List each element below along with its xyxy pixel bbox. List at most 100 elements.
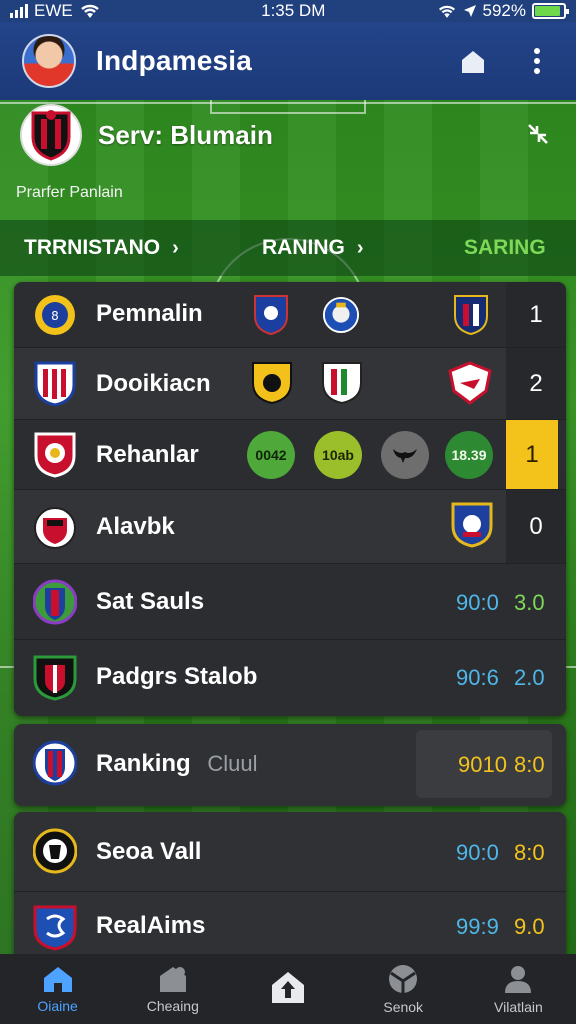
- stat-pill: 10ab: [314, 431, 362, 479]
- nav-label: Oiaine: [37, 998, 78, 1014]
- opponent-crest-icon: [322, 294, 360, 336]
- status-bar: EWE 1:35 DM 592%: [0, 0, 576, 22]
- opponent-crest-icon: [320, 362, 364, 405]
- chevron-right-icon: ›: [172, 236, 179, 259]
- tab-label: RANING: [262, 236, 345, 259]
- club-name: Padgrs Stalob: [96, 663, 258, 690]
- table-row[interactable]: Dooikiacn 2: [14, 348, 566, 420]
- score-secondary: 8:0: [514, 840, 545, 865]
- score-primary: 90:0: [456, 840, 499, 865]
- battery-percent: 592%: [482, 1, 526, 20]
- score-primary: 90:0: [456, 590, 499, 615]
- club-name: Pemnalin: [96, 300, 203, 327]
- battery-icon: [532, 3, 569, 19]
- rank-value: 0: [506, 490, 566, 563]
- hero-title: Serv: Blumain: [98, 119, 273, 150]
- featured-score-secondary: 8:0: [514, 752, 545, 777]
- nav-label: Vilatlain: [494, 999, 543, 1015]
- signal-icon: [10, 4, 28, 18]
- score-secondary: 9.0: [514, 914, 545, 939]
- stat-pill: 0042: [247, 431, 295, 479]
- club-crest-icon: 8: [32, 292, 78, 338]
- table-row[interactable]: Seoa Vall 90:0 8:0: [14, 812, 566, 892]
- opponent-crest-icon: [448, 361, 492, 405]
- nav-label: Cheaing: [146, 998, 199, 1014]
- featured-ranking-card[interactable]: Ranking Cluul 9010 8:0: [14, 724, 566, 806]
- featured-title: Ranking Cluul: [96, 750, 258, 778]
- club-name: RealAims: [96, 912, 206, 939]
- table-row[interactable]: Alavbk 0: [14, 490, 566, 564]
- chevron-right-icon: ›: [356, 236, 364, 259]
- club-name: Sat Sauls: [96, 588, 205, 615]
- club-crest-icon: [32, 579, 78, 625]
- tab-label: TRRNISTANO: [24, 236, 161, 259]
- opponent-crest-icon: [250, 362, 294, 405]
- tab-label: SARING: [464, 236, 546, 259]
- rank-value-highlight: 1: [506, 420, 558, 489]
- club-crest-icon: [32, 740, 78, 786]
- tab-ranking[interactable]: RANING ›: [262, 236, 364, 260]
- nav-ball[interactable]: Senok: [346, 954, 461, 1024]
- nav-profile[interactable]: Vilatlain: [461, 954, 576, 1024]
- hero-subtitle: Prarfer Panlain: [16, 184, 123, 201]
- featured-name: Ranking: [96, 750, 191, 777]
- rank-value: 2: [506, 348, 566, 419]
- shop-icon: [159, 967, 186, 992]
- club-crest-icon: [32, 828, 78, 874]
- home-outline-icon[interactable]: [456, 44, 490, 78]
- svg-text:8: 8: [51, 309, 59, 323]
- rank-value: 1: [506, 282, 566, 347]
- team-hero: Serv: Blumain: [20, 104, 273, 166]
- bottom-navigation: Oiaine Cheaing Senok Vilatlain: [0, 954, 576, 1024]
- table-row[interactable]: 8 Pemnalin 1: [14, 282, 566, 348]
- table-row[interactable]: Padgrs Stalob 90:6 2.0: [14, 640, 566, 716]
- score-primary: 99:9: [456, 914, 499, 939]
- club-name: Dooikiacn: [96, 370, 211, 397]
- nav-home[interactable]: Oiaine: [0, 954, 115, 1024]
- location-arrow-icon: [463, 5, 476, 17]
- tab-transfers[interactable]: TRRNISTANO ›: [24, 236, 179, 260]
- ball-icon: [389, 965, 418, 993]
- stat-pill: 18.39: [445, 431, 493, 479]
- nav-shop[interactable]: Cheaing: [115, 954, 230, 1024]
- featured-suffix: Cluul: [207, 751, 258, 776]
- featured-score-primary: 9010: [458, 752, 507, 777]
- clock: 1:35 DM: [261, 1, 326, 20]
- tab-bar: TRRNISTANO › RANING › SARING: [0, 220, 576, 276]
- bird-icon: [381, 431, 429, 479]
- opponent-crest-icon: [252, 294, 290, 336]
- club-crest-icon: [32, 504, 78, 550]
- more-vertical-icon[interactable]: [520, 44, 554, 78]
- tab-saring[interactable]: SARING: [464, 236, 546, 260]
- nav-upload[interactable]: [230, 954, 345, 1024]
- nav-label: Senok: [383, 999, 424, 1015]
- club-crest-icon: [32, 361, 78, 407]
- opponent-crest-icon: [452, 294, 490, 336]
- avatar[interactable]: [22, 34, 76, 88]
- club-crest-icon: [32, 904, 78, 951]
- club-crest-icon: [32, 432, 78, 478]
- score-primary: 90:6: [456, 665, 499, 690]
- app-title: Indpamesia: [96, 45, 253, 76]
- score-secondary: 2.0: [514, 665, 545, 690]
- club-name: Alavbk: [96, 513, 175, 540]
- table-row[interactable]: Sat Sauls 90:0 3.0: [14, 564, 566, 640]
- home-icon: [43, 967, 72, 992]
- club-crest-icon: [32, 654, 78, 701]
- wifi-icon: [80, 4, 99, 18]
- wifi-icon-right: [438, 5, 455, 18]
- table-row[interactable]: Rehanlar 0042 10ab 18.39 1: [14, 420, 566, 490]
- club-name: Rehanlar: [96, 441, 199, 468]
- upload-icon: [272, 972, 304, 1003]
- club-name: Seoa Vall: [96, 838, 202, 865]
- score-secondary: 3.0: [514, 590, 545, 615]
- table-row[interactable]: RealAims 99:9 9.0: [14, 892, 566, 958]
- collapse-icon[interactable]: [526, 122, 550, 151]
- profile-icon: [505, 966, 532, 993]
- standings-list: 8 Pemnalin 1 Dooikiacn 2 Rehanlar 0042 1…: [14, 282, 566, 716]
- carrier-label: EWE: [34, 1, 73, 20]
- lower-list: Seoa Vall 90:0 8:0 RealAims 99:9 9.0: [14, 812, 566, 958]
- app-header: Indpamesia: [0, 22, 576, 100]
- team-crest-icon: [20, 104, 82, 166]
- opponent-crest-icon: [450, 502, 494, 548]
